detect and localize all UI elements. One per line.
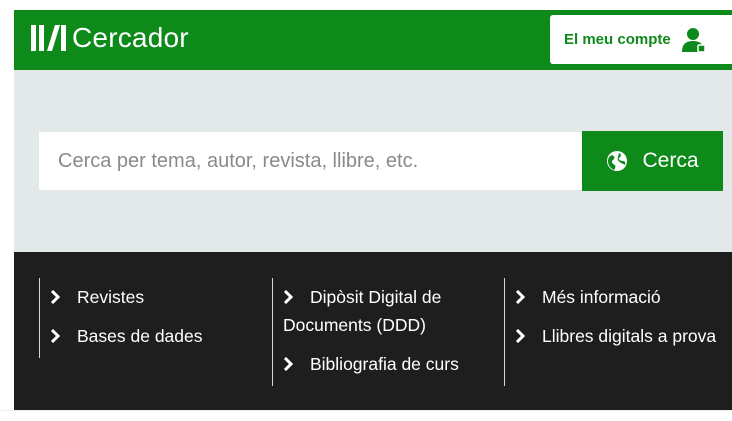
link-label: Bibliografia de curs <box>310 354 459 374</box>
chevron-right-icon <box>50 329 61 343</box>
chevron-right-icon <box>283 290 294 304</box>
site-logo[interactable]: Cercador <box>31 22 189 53</box>
link-mes-informacio[interactable]: Més informació <box>515 283 661 311</box>
link-label: Bases de dades <box>77 326 203 346</box>
globe-icon <box>607 151 628 171</box>
link-label: Dipòsit Digital de Documents (DDD) <box>283 287 442 335</box>
chevron-right-icon <box>283 357 294 371</box>
user-icon <box>681 27 706 53</box>
my-account-label: El meu compte <box>564 31 671 48</box>
search-button[interactable]: Cerca <box>582 131 723 191</box>
uab-logo-icon <box>31 25 66 51</box>
my-account-button[interactable]: El meu compte <box>550 15 732 64</box>
page-frame: Cercador El meu compte Cerca Revistes <box>14 10 732 410</box>
link-revistes[interactable]: Revistes <box>50 283 144 311</box>
links-column-1: Revistes Bases de dades <box>39 278 265 358</box>
links-column-3: Més informació Llibres digitals a prova <box>504 278 725 386</box>
link-label: Llibres digitals a prova <box>542 326 717 346</box>
search-section: Cerca <box>14 70 732 252</box>
site-header: Cercador El meu compte <box>14 10 732 70</box>
link-bases-de-dades[interactable]: Bases de dades <box>50 322 203 350</box>
link-llibres-digitals[interactable]: Llibres digitals a prova <box>515 322 720 350</box>
link-label: Més informació <box>542 287 661 307</box>
footer-divider <box>0 410 732 411</box>
chevron-right-icon <box>515 290 526 304</box>
link-diposit-digital[interactable]: Dipòsit Digital de Documents (DDD) <box>283 283 488 339</box>
chevron-right-icon <box>515 329 526 343</box>
search-button-label: Cerca <box>642 149 699 172</box>
search-input[interactable] <box>39 132 582 190</box>
link-bibliografia-de-curs[interactable]: Bibliografia de curs <box>283 350 459 378</box>
link-label: Revistes <box>77 287 145 307</box>
site-title: Cercador <box>72 22 189 53</box>
chevron-right-icon <box>50 290 61 304</box>
links-column-2: Dipòsit Digital de Documents (DDD) Bibli… <box>272 278 498 386</box>
quick-links-panel: Revistes Bases de dades Dipòsit Digital … <box>14 252 732 410</box>
